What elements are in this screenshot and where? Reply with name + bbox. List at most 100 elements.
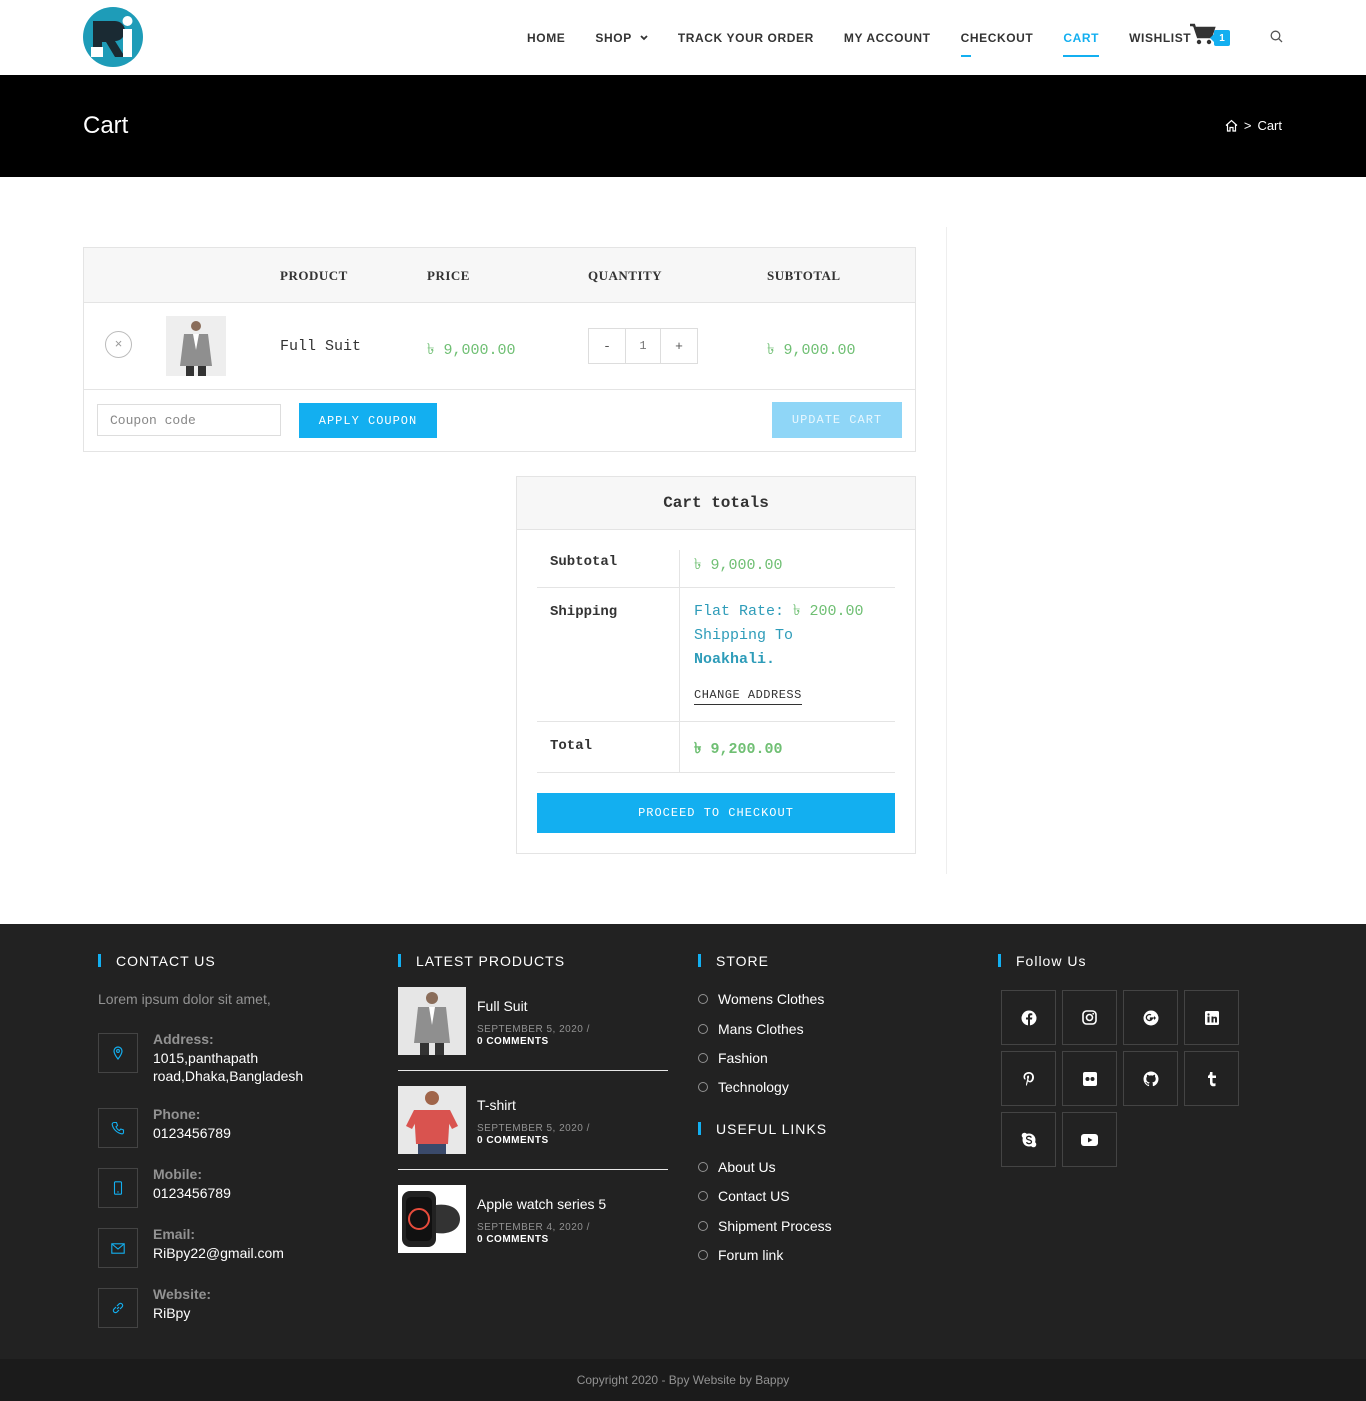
google-plus-icon[interactable] [1123, 990, 1178, 1045]
phone-icon [98, 1108, 138, 1148]
nav-track-order[interactable]: TRACK YOUR ORDER [678, 28, 814, 48]
nav-cart[interactable]: CART [1063, 28, 1099, 57]
circle-bullet-icon [698, 1053, 708, 1063]
email-icon [98, 1228, 138, 1268]
site-header: HOME SHOP TRACK YOUR ORDER MY ACCOUNT CH… [0, 0, 1366, 75]
coupon-input[interactable]: Coupon code [97, 404, 281, 436]
useful-link[interactable]: Shipment Process [698, 1218, 832, 1234]
totals-shipping-row: Shipping Flat Rate: ৳ 200.00 Shipping To… [537, 588, 895, 722]
column-divider [679, 588, 680, 721]
store-link[interactable]: Fashion [698, 1050, 768, 1066]
latest-product-title[interactable]: Apple watch series 5 [477, 1196, 606, 1212]
latest-product-comments[interactable]: 0 COMMENTS [477, 1036, 549, 1047]
divider [398, 1070, 668, 1071]
instagram-icon[interactable] [1062, 990, 1117, 1045]
github-icon[interactable] [1123, 1051, 1178, 1106]
nav-home[interactable]: HOME [527, 28, 565, 48]
pinterest-icon[interactable] [1001, 1051, 1056, 1106]
circle-bullet-icon [698, 1082, 708, 1092]
mobile-label: Mobile: [153, 1166, 202, 1182]
cart-item-row: × Full Suit ৳ 9,000.00 - 1 + ৳ 9,000.00 [84, 303, 915, 390]
useful-link[interactable]: Contact US [698, 1188, 790, 1204]
apply-coupon-button[interactable]: APPLY COUPON [299, 403, 437, 438]
useful-link[interactable]: Forum link [698, 1247, 783, 1263]
cart-actions: Coupon code APPLY COUPON UPDATE CART [84, 390, 915, 451]
latest-product-thumbnail[interactable] [398, 1086, 466, 1154]
latest-product-comments[interactable]: 0 COMMENTS [477, 1234, 549, 1245]
quantity-stepper: - 1 + [588, 328, 698, 364]
update-cart-button[interactable]: UPDATE CART [772, 402, 902, 438]
remove-item-button[interactable]: × [105, 331, 132, 358]
email-value[interactable]: RiBpy22@gmail.com [153, 1244, 353, 1262]
header-cart[interactable]: 1 [1190, 22, 1230, 46]
latest-products-heading: LATEST PRODUCTS [398, 953, 565, 969]
column-divider [679, 550, 680, 587]
change-address-link[interactable]: CHANGE ADDRESS [694, 688, 802, 705]
store-link[interactable]: Mans Clothes [698, 1021, 804, 1037]
latest-product-title[interactable]: T-shirt [477, 1097, 516, 1113]
quantity-increase-button[interactable]: + [661, 329, 697, 363]
latest-product-comments[interactable]: 0 COMMENTS [477, 1135, 549, 1146]
flickr-icon[interactable] [1062, 1051, 1117, 1106]
search-icon[interactable] [1270, 30, 1283, 43]
useful-link[interactable]: About Us [698, 1159, 776, 1175]
latest-product-date: SEPTEMBER 5, 2020 / [477, 1123, 590, 1134]
skype-icon[interactable] [1001, 1112, 1056, 1167]
latest-product-title[interactable]: Full Suit [477, 998, 528, 1014]
useful-link-label: Forum link [718, 1247, 784, 1263]
linkedin-icon[interactable] [1184, 990, 1239, 1045]
nav-shop[interactable]: SHOP [595, 28, 648, 48]
facebook-icon[interactable] [1001, 990, 1056, 1045]
cart-totals-title: Cart totals [517, 477, 915, 530]
store-link[interactable]: Technology [698, 1079, 789, 1095]
phone-value[interactable]: 0123456789 [153, 1124, 353, 1142]
store-link-label: Womens Clothes [718, 991, 825, 1007]
quantity-input[interactable]: 1 [625, 329, 661, 363]
latest-product-date: SEPTEMBER 5, 2020 / [477, 1024, 590, 1035]
column-divider [679, 722, 680, 772]
phone-label: Phone: [153, 1106, 201, 1122]
shipping-to-label: Shipping To [694, 627, 794, 644]
address-value: 1015,panthapath road,Dhaka,Bangladesh [153, 1050, 304, 1084]
store-link[interactable]: Womens Clothes [698, 991, 824, 1007]
cart-totals: Cart totals Subtotal ৳ 9,000.00 Shipping… [516, 476, 916, 854]
quantity-decrease-button[interactable]: - [589, 329, 625, 363]
divider [398, 1169, 668, 1170]
address-label: Address: [153, 1031, 214, 1047]
proceed-to-checkout-button[interactable]: PROCEED TO CHECKOUT [537, 793, 895, 833]
website-value[interactable]: RiBpy [153, 1304, 353, 1322]
mobile-icon [98, 1168, 138, 1208]
column-quantity: QUANTITY [588, 268, 663, 283]
contact-intro: Lorem ipsum dolor sit amet, [98, 991, 271, 1007]
nav-my-account[interactable]: MY ACCOUNT [844, 28, 931, 48]
store-heading: STORE [698, 953, 769, 969]
copyright: Copyright 2020 - Bpy Website by Bappy [0, 1359, 1366, 1401]
latest-product-thumbnail[interactable] [398, 987, 466, 1055]
mobile-value[interactable]: 0123456789 [153, 1184, 353, 1202]
column-subtotal: SUBTOTAL [767, 268, 841, 283]
product-thumbnail[interactable] [166, 316, 226, 376]
circle-bullet-icon [698, 1250, 708, 1260]
circle-bullet-icon [698, 1162, 708, 1172]
website-label: Website: [153, 1286, 212, 1302]
site-logo[interactable] [83, 7, 143, 67]
cart-count-badge: 1 [1210, 30, 1230, 46]
product-name-link[interactable]: Full Suit [280, 338, 361, 355]
latest-product-date: SEPTEMBER 4, 2020 / [477, 1222, 590, 1233]
shipping-rate-label: Flat Rate: [694, 603, 785, 620]
nav-checkout[interactable]: CHECKOUT [960, 28, 1034, 57]
shipping-label: Shipping [550, 604, 618, 620]
youtube-icon[interactable] [1062, 1112, 1117, 1167]
home-icon[interactable] [1225, 119, 1238, 132]
totals-table: Subtotal ৳ 9,000.00 Shipping Flat Rate: … [537, 550, 895, 773]
circle-bullet-icon [698, 994, 708, 1004]
subtotal-label: Subtotal [550, 554, 618, 570]
cart-table-header: PRODUCT PRICE QUANTITY SUBTOTAL [84, 248, 915, 303]
nav-wishlist[interactable]: WISHLIST [1129, 28, 1191, 48]
contact-website: Website: RiBpy [98, 1286, 368, 1328]
latest-product-thumbnail[interactable] [398, 1185, 466, 1253]
tumblr-icon[interactable] [1184, 1051, 1239, 1106]
useful-link-label: Contact US [718, 1188, 790, 1204]
main-nav: HOME SHOP TRACK YOUR ORDER MY ACCOUNT CH… [512, 0, 1206, 75]
useful-link-label: Shipment Process [718, 1218, 832, 1234]
